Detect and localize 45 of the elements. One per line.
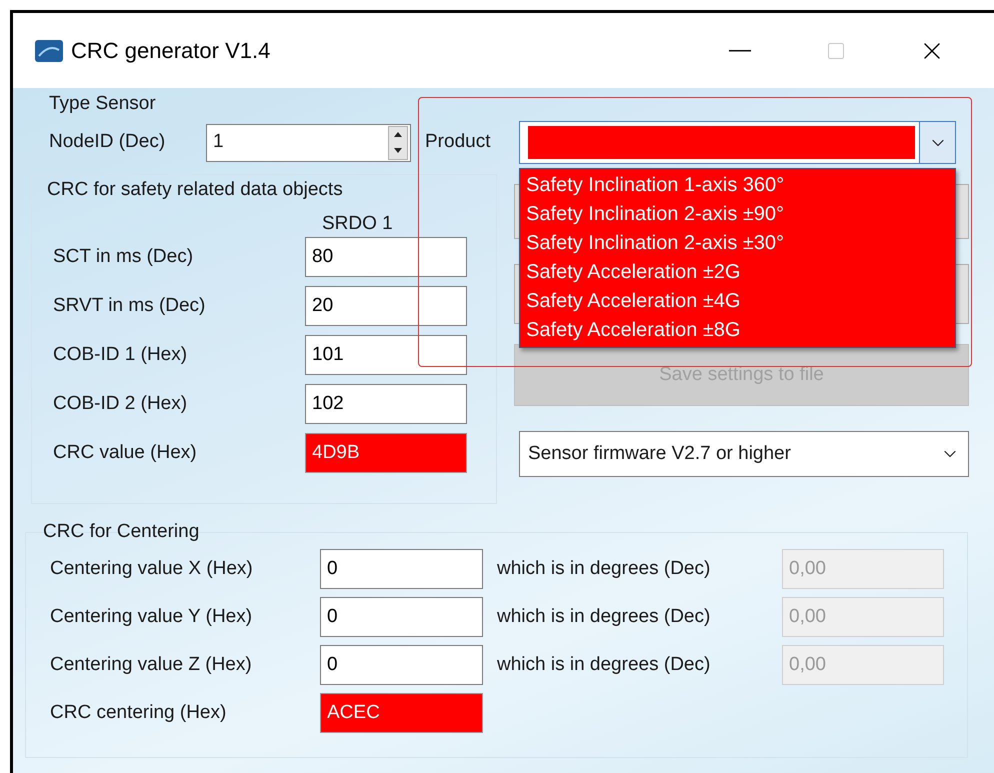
- field-label: COB-ID 2 (Hex): [52, 392, 188, 416]
- column-heading: SRDO 1: [322, 212, 393, 236]
- group-title: CRC for safety related data objects: [47, 178, 343, 202]
- degrees-field[interactable]: 0,00: [782, 645, 944, 685]
- spin-field[interactable]: 1: [206, 124, 411, 162]
- dropdown-option[interactable]: Safety Inclination 2-axis ±30°: [520, 229, 955, 258]
- field-label: COB-ID 1 (Hex): [52, 342, 188, 367]
- field-label: Centering value Z (Hex): [50, 652, 253, 677]
- crc-value-field[interactable]: ACEC: [320, 693, 483, 733]
- field-label: SRVT in ms (Dec): [52, 294, 206, 318]
- app-logo-icon: [35, 40, 63, 62]
- field-label: CRC centering (Hex): [50, 700, 228, 725]
- dropdown-option[interactable]: Safety Inclination 1-axis 360°: [520, 171, 955, 200]
- field-label: Centering value Y (Hex): [50, 604, 254, 629]
- dropdown-option[interactable]: Safety Inclination 2-axis ±90°: [520, 200, 955, 229]
- input-field[interactable]: 0: [320, 597, 483, 637]
- input-field[interactable]: 102: [305, 384, 467, 424]
- field-label: Product: [425, 130, 492, 154]
- down-arrow-icon: [394, 148, 402, 153]
- input-field[interactable]: 80: [305, 237, 467, 277]
- field-label: which is in degrees (Dec): [497, 652, 712, 677]
- minimize-icon: [729, 50, 751, 52]
- group-title: Type Sensor: [49, 93, 156, 115]
- field-label: which is in degrees (Dec): [497, 556, 712, 581]
- maximize-icon: [826, 40, 846, 60]
- input-field[interactable]: 0: [320, 549, 483, 589]
- dropdown-option[interactable]: Safety Acceleration ±4G: [520, 287, 955, 316]
- product-dropdown[interactable]: [519, 121, 956, 164]
- up-arrow-icon: [394, 132, 402, 137]
- firmware-dropdown[interactable]: Sensor firmware V2.7 or higher: [519, 431, 969, 477]
- field-label: Centering value X (Hex): [50, 556, 254, 581]
- degrees-field[interactable]: 0,00: [782, 549, 944, 589]
- input-field[interactable]: 101: [305, 335, 467, 375]
- field-label: SCT in ms (Dec): [52, 244, 194, 269]
- field-label: which is in degrees (Dec): [497, 604, 712, 629]
- dropdown-option[interactable]: Safety Acceleration ±2G: [520, 258, 955, 287]
- field-label: NodeID (Dec): [49, 130, 166, 154]
- group-title: CRC for Centering: [42, 520, 200, 544]
- input-field[interactable]: 0: [320, 645, 483, 685]
- crc-value-field[interactable]: 4D9B: [305, 433, 467, 473]
- dropdown-option[interactable]: Safety Acceleration ±8G: [520, 316, 955, 345]
- degrees-field[interactable]: 0,00: [782, 597, 944, 637]
- input-field[interactable]: 20: [305, 286, 467, 326]
- field-label: CRC value (Hex): [52, 440, 198, 465]
- window-title: CRC generator V1.4: [71, 37, 270, 65]
